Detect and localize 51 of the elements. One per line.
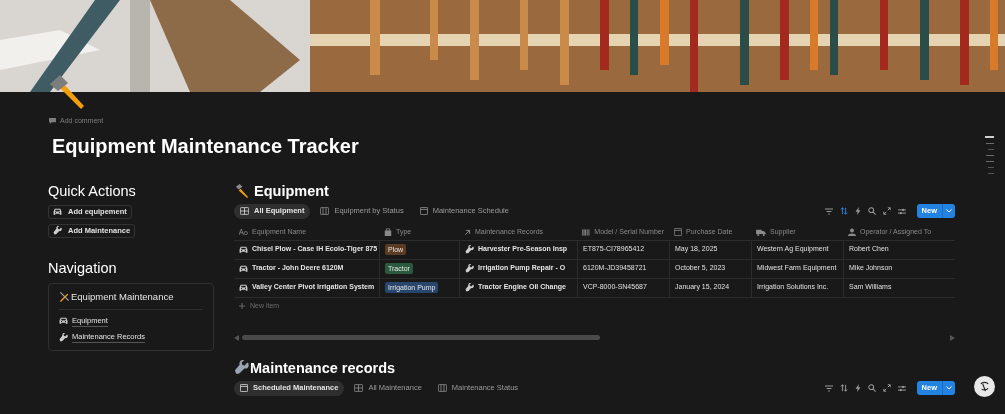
expand-icon[interactable] (882, 384, 891, 392)
search-icon[interactable] (867, 207, 876, 215)
truck-icon (756, 228, 766, 236)
arrow-icon (464, 228, 471, 236)
wrench-icon (53, 226, 62, 235)
chevron-icon (946, 386, 952, 390)
search-icon[interactable] (867, 384, 876, 392)
car-icon (59, 316, 68, 325)
database-title: Maintenance records (250, 358, 396, 378)
car-icon (239, 283, 248, 292)
wrench-icon (465, 283, 474, 292)
expand-icon[interactable] (882, 207, 891, 215)
card-title: Equipment Maintenance (71, 289, 174, 304)
table-icon (354, 384, 364, 392)
lightning-icon[interactable] (854, 384, 861, 392)
wrench-icon (465, 264, 474, 273)
comment-icon (49, 118, 56, 125)
person-icon (848, 228, 856, 236)
car-icon (239, 264, 248, 273)
sort-icon[interactable] (839, 384, 848, 392)
table-icon (240, 207, 249, 215)
calendar-icon (674, 228, 682, 236)
board-icon (437, 384, 447, 392)
barcode-icon (582, 228, 591, 236)
sort-icon[interactable] (839, 207, 848, 215)
lightning-icon[interactable] (854, 207, 861, 215)
calendar-icon (419, 207, 428, 215)
board-icon (320, 207, 330, 215)
scrollbar[interactable] (242, 335, 600, 340)
database-title: Equipment (254, 181, 329, 201)
settings-icon[interactable] (897, 384, 906, 392)
text-icon (239, 229, 248, 235)
wrench-icon (234, 360, 249, 375)
wrench-icon (465, 245, 474, 254)
calendar-icon (240, 384, 248, 392)
section-heading: Navigation (48, 258, 117, 278)
car-icon (53, 207, 62, 216)
car-icon (239, 245, 248, 254)
settings-icon[interactable] (897, 207, 906, 215)
page-title: Equipment Maintenance Tracker (52, 133, 359, 159)
filter-icon[interactable] (824, 207, 833, 215)
wrench-icon (59, 332, 68, 342)
tools-icon (59, 291, 70, 303)
plus-icon (239, 303, 245, 309)
section-heading: Quick Actions (48, 181, 136, 201)
filter-icon[interactable] (824, 384, 833, 392)
assistant-button[interactable] (974, 376, 995, 397)
outline-indicator[interactable] (985, 136, 994, 174)
chevron-icon (946, 209, 952, 213)
hammer-icon (234, 183, 249, 198)
bag-icon (384, 228, 392, 236)
